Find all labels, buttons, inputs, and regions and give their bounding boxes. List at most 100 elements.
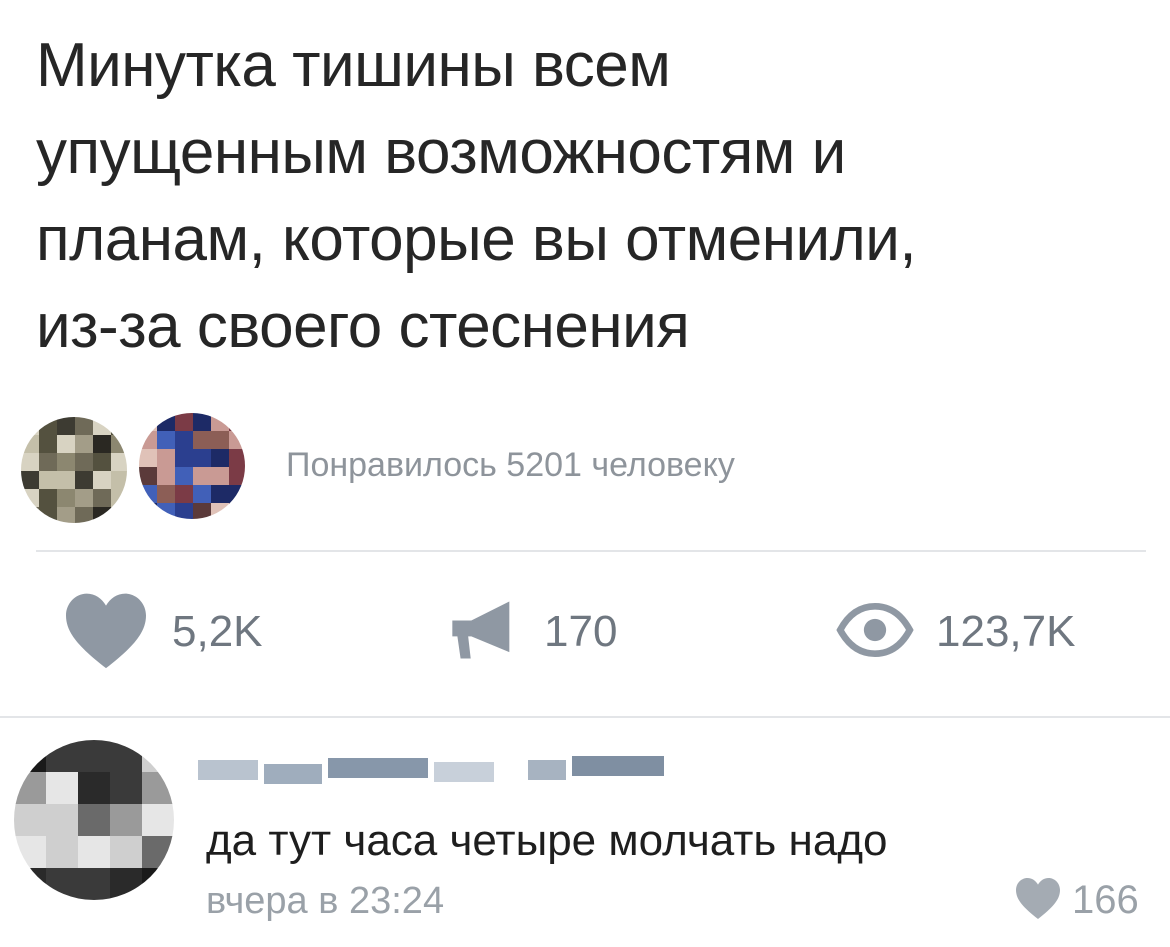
- mosaic-cell: [93, 507, 111, 523]
- mosaic-cell: [211, 503, 229, 519]
- mosaic-cell: [247, 503, 248, 521]
- mosaic-cell: [111, 435, 127, 453]
- mosaic-cell: [39, 453, 57, 471]
- mosaic-cell: [75, 471, 93, 489]
- mosaic-cell: [57, 507, 75, 523]
- mosaic-cell: [193, 431, 211, 449]
- mosaic-cell: [75, 489, 93, 507]
- mosaic-cell: [211, 485, 229, 503]
- mosaic-cell: [57, 525, 75, 526]
- mosaic-cell: [14, 868, 46, 900]
- mosaic-cell: [21, 435, 39, 453]
- mosaic-cell: [157, 521, 175, 522]
- mosaic-cell: [142, 868, 174, 900]
- mosaic-cell: [111, 489, 127, 507]
- mosaic-cell: [157, 413, 175, 431]
- mosaic-cell: [46, 868, 78, 900]
- likers-count-text[interactable]: Понравилось 5201 человеку: [286, 446, 735, 485]
- likers-row[interactable]: Понравилось 5201 человеку: [18, 408, 1148, 526]
- mosaic-cell: [46, 772, 78, 804]
- liker-avatar[interactable]: [136, 410, 248, 522]
- mosaic-cell: [129, 525, 130, 526]
- mosaic-cell: [57, 417, 75, 435]
- mosaic-cell: [14, 740, 46, 772]
- mosaic-cell: [110, 868, 142, 900]
- comment-like-button[interactable]: 166: [1014, 876, 1139, 925]
- heart-icon: [62, 590, 150, 675]
- mosaic-cell: [78, 868, 110, 900]
- mosaic-cell: [175, 449, 193, 467]
- mosaic-cell: [229, 413, 245, 431]
- mosaic-cell: [111, 417, 127, 435]
- mosaic-cell: [110, 804, 142, 836]
- comment-author-avatar[interactable]: [14, 740, 174, 900]
- divider: [36, 550, 1146, 552]
- mosaic-cell: [75, 507, 93, 523]
- mosaic-cell: [39, 507, 57, 523]
- mosaic-cell: [247, 413, 248, 431]
- mosaic-cell: [247, 521, 248, 522]
- mosaic-cell: [93, 489, 111, 507]
- mosaic-cell: [157, 449, 175, 467]
- mosaic-cell: [211, 431, 229, 449]
- mosaic-cell: [57, 453, 75, 471]
- mosaic-cell: [78, 836, 110, 868]
- mosaic-cell: [211, 521, 229, 522]
- mosaic-cell: [142, 804, 174, 836]
- liker-avatar[interactable]: [18, 414, 130, 526]
- mosaic-cell: [193, 413, 211, 431]
- comment-author-name-redacted[interactable]: [198, 744, 688, 794]
- mosaic-cell: [229, 485, 245, 503]
- mosaic-cell: [78, 772, 110, 804]
- mosaic-cell: [247, 467, 248, 485]
- redaction-block: [434, 762, 494, 782]
- post-action-bar: 5,2K 170 123,7K: [0, 592, 1170, 672]
- mosaic-cell: [93, 471, 111, 489]
- divider: [0, 716, 1170, 718]
- mosaic-cell: [193, 467, 211, 485]
- mosaic-cell: [46, 836, 78, 868]
- mosaic-cell: [175, 413, 193, 431]
- mosaic-cell: [39, 525, 57, 526]
- mosaic-cell: [14, 772, 46, 804]
- mosaic-cell: [111, 471, 127, 489]
- mosaic-cell: [229, 431, 245, 449]
- mosaic-cell: [211, 413, 229, 431]
- mosaic-cell: [93, 435, 111, 453]
- mosaic-cell: [46, 740, 78, 772]
- mosaic-cell: [175, 467, 193, 485]
- like-button[interactable]: 5,2K: [62, 592, 263, 672]
- mosaic-cell: [193, 485, 211, 503]
- mosaic-cell: [247, 431, 248, 449]
- redaction-block: [572, 756, 664, 776]
- mosaic-cell: [229, 467, 245, 485]
- mosaic-cell: [247, 449, 248, 467]
- mosaic-cell: [139, 503, 157, 519]
- mosaic-cell: [139, 521, 157, 522]
- mosaic-cell: [229, 521, 247, 522]
- mosaic-cell: [111, 453, 127, 471]
- mosaic-cell: [139, 449, 157, 467]
- repost-count: 170: [544, 607, 618, 656]
- mosaic-cell: [129, 471, 130, 489]
- mosaic-cell: [57, 489, 75, 507]
- comment-like-count: 166: [1072, 878, 1139, 922]
- mosaic-cell: [211, 467, 229, 485]
- mosaic-cell: [75, 525, 93, 526]
- mosaic-cell: [211, 449, 229, 467]
- mosaic-cell: [139, 413, 157, 431]
- mosaic-cell: [129, 507, 130, 525]
- mosaic-cell: [157, 485, 175, 503]
- mosaic-cell: [193, 449, 211, 467]
- like-count: 5,2K: [172, 607, 263, 656]
- mosaic-cell: [21, 525, 39, 526]
- redaction-block: [198, 760, 258, 780]
- repost-button[interactable]: 170: [446, 592, 617, 672]
- mosaic-cell: [78, 740, 110, 772]
- mosaic-cell: [175, 521, 193, 522]
- redaction-block: [328, 758, 428, 778]
- mosaic-cell: [39, 417, 57, 435]
- mosaic-cell: [129, 435, 130, 453]
- mosaic-cell: [93, 417, 111, 435]
- mosaic-cell: [78, 804, 110, 836]
